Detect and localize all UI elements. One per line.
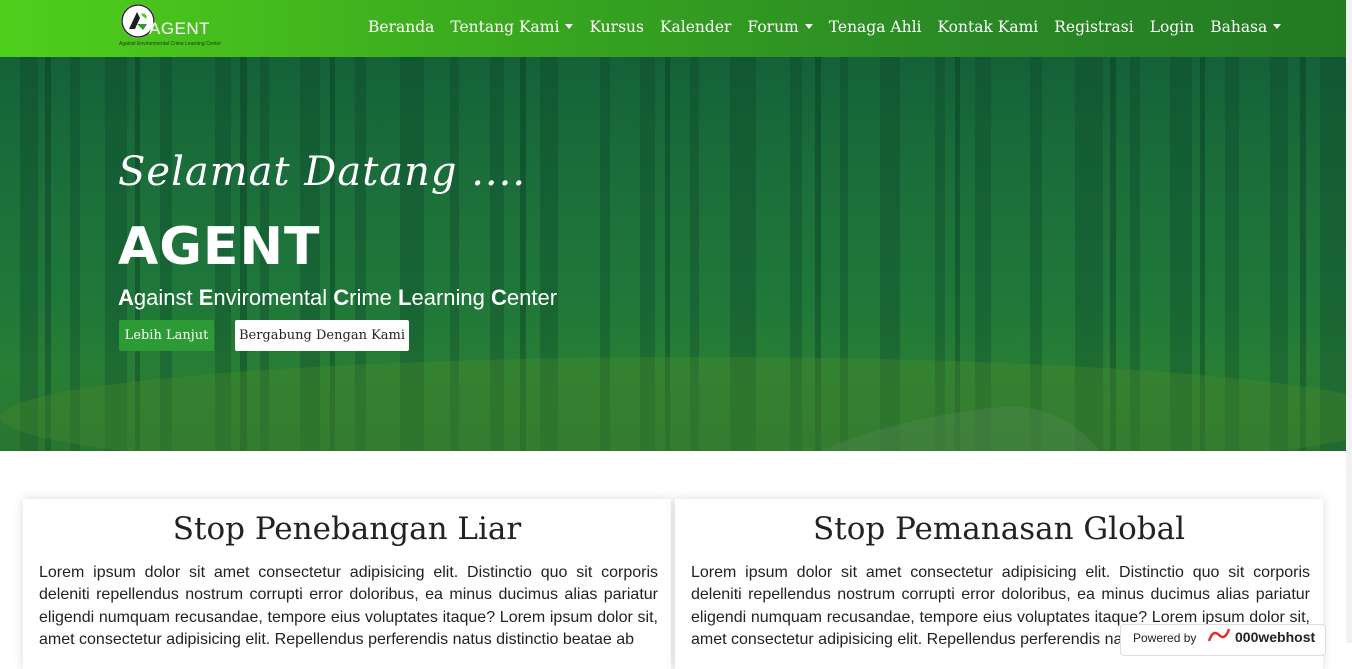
- learn-more-button[interactable]: Lebih Lanjut: [119, 320, 214, 351]
- nav-item-tenaga-ahli[interactable]: Tenaga Ahli: [821, 16, 930, 38]
- nav-label: Beranda: [368, 18, 435, 36]
- card-title: Stop Pemanasan Global: [813, 511, 1185, 547]
- nav-label: Kalender: [659, 18, 732, 36]
- brand-tagline: Against Environmental Crime Learning Cen…: [119, 41, 221, 47]
- nav-label: Forum: [747, 18, 799, 36]
- nav-item-kalender[interactable]: Kalender: [652, 16, 739, 38]
- nav-item-registrasi[interactable]: Registrasi: [1046, 16, 1141, 38]
- subtitle-initial: L: [398, 285, 412, 310]
- subtitle-initial: C: [333, 285, 350, 310]
- caret-down-icon: [565, 23, 574, 29]
- card-stop-illegal-logging: Stop Penebangan Liar Lorem ipsum dolor s…: [23, 499, 671, 669]
- subtitle-initial: A: [118, 285, 134, 310]
- powered-by-badge[interactable]: Powered by 000webhost: [1120, 624, 1326, 656]
- nav-label: Kontak Kami: [937, 18, 1039, 36]
- nav-label: Registrasi: [1054, 18, 1134, 36]
- webhost-logo-icon: [1207, 627, 1231, 646]
- nav-label: Tenaga Ahli: [828, 18, 922, 36]
- caret-down-icon: [804, 23, 813, 29]
- nav-label: Kursus: [589, 18, 644, 36]
- nav-label: Tentang Kami: [450, 18, 560, 36]
- nav-label: Login: [1149, 18, 1195, 36]
- nav-item-beranda[interactable]: Beranda: [360, 16, 442, 38]
- page-scrollbar[interactable]: [1346, 0, 1352, 643]
- nav-item-login[interactable]: Login: [1142, 16, 1203, 38]
- subtitle-word: earning: [411, 285, 491, 310]
- card-body: Lorem ipsum dolor sit amet consectetur a…: [39, 564, 658, 648]
- navbar: AGENT Against Environmental Crime Learni…: [0, 0, 1352, 57]
- nav-item-forum[interactable]: Forum: [739, 16, 820, 38]
- brand-name: AGENT: [149, 19, 211, 38]
- subtitle-word: nviromental: [213, 285, 334, 310]
- hero-subtitle: Against Enviromental Crime Learning Cent…: [118, 285, 557, 311]
- join-us-button[interactable]: Bergabung Dengan Kami: [235, 320, 409, 351]
- caret-down-icon: [1273, 23, 1282, 29]
- subtitle-initial: C: [491, 285, 507, 310]
- hero-banner: Selamat Datang .... AGENT Against Enviro…: [0, 57, 1352, 451]
- subtitle-word: enter: [506, 285, 558, 310]
- brand-logo-link[interactable]: AGENT Against Environmental Crime Learni…: [119, 3, 223, 51]
- subtitle-initial: E: [198, 285, 214, 310]
- nav-item-bahasa[interactable]: Bahasa: [1202, 16, 1289, 38]
- card-title: Stop Penebangan Liar: [172, 511, 522, 547]
- subtitle-word: rime: [349, 285, 399, 310]
- subtitle-word: gainst: [133, 285, 199, 310]
- nav-item-kursus[interactable]: Kursus: [581, 16, 652, 38]
- nav-item-tentang-kami[interactable]: Tentang Kami: [442, 16, 581, 38]
- main-nav: Beranda Tentang Kami Kursus Kalender For…: [360, 16, 1289, 38]
- nav-item-kontak-kami[interactable]: Kontak Kami: [929, 16, 1046, 38]
- hero-title: AGENT: [118, 217, 321, 277]
- nav-label: Bahasa: [1210, 18, 1268, 36]
- hero-greeting: Selamat Datang ....: [118, 149, 527, 195]
